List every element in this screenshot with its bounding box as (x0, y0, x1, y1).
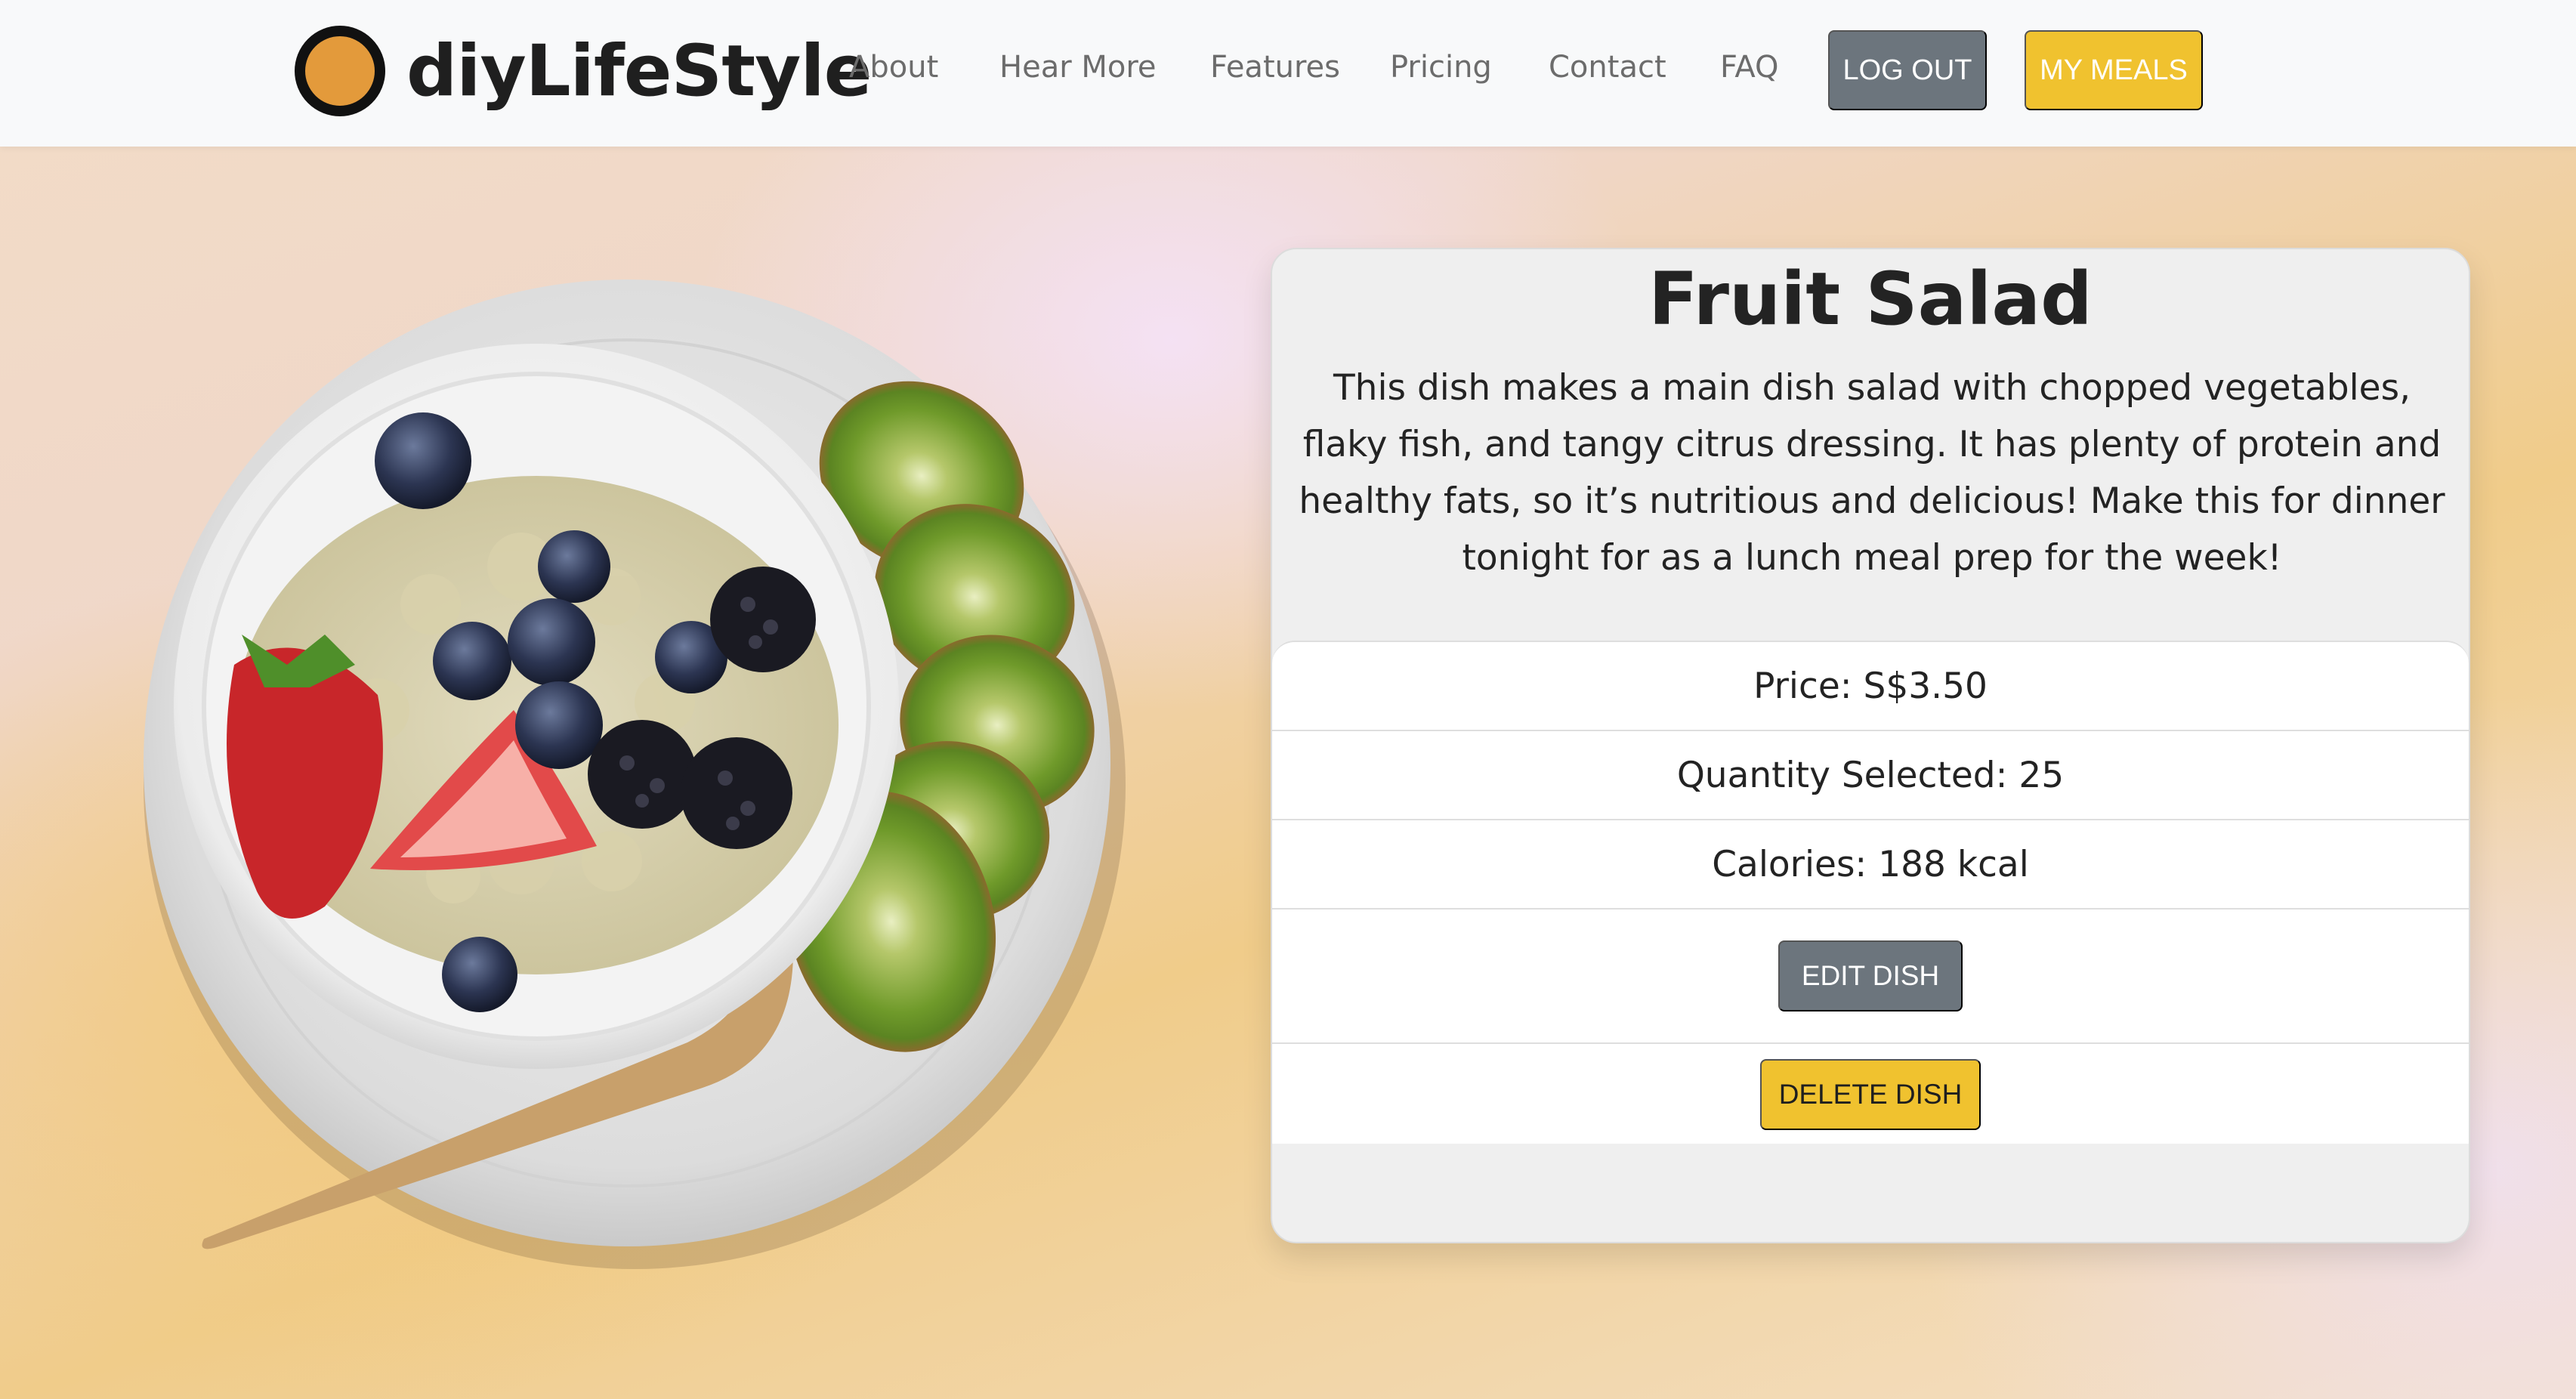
nav-link-hear-more[interactable]: Hear More (999, 50, 1157, 85)
list-item-price: Price: S$3.50 (1272, 642, 2469, 731)
brand-logo-icon (295, 26, 385, 116)
dish-description: This dish makes a main dish salad with c… (1299, 367, 2445, 579)
list-item-quantity: Quantity Selected: 25 (1272, 731, 2469, 820)
nav-link-about[interactable]: About (849, 50, 938, 85)
edit-dish-button[interactable]: EDIT DISH (1778, 940, 1963, 1011)
quantity-text: Quantity Selected: 25 (1676, 754, 2065, 796)
delete-dish-button[interactable]: DELETE DISH (1760, 1059, 1981, 1130)
dish-details-list: Price: S$3.50 Quantity Selected: 25 Calo… (1272, 641, 2469, 1144)
dish-image (128, 242, 1141, 1269)
fruit-bowl-illustration (144, 279, 1126, 1269)
brand[interactable]: diyLifeStyle (295, 26, 872, 116)
nav-link-features[interactable]: Features (1210, 50, 1340, 85)
navbar: diyLifeStyle About Hear More Features Pr… (0, 0, 2576, 147)
nav-link-pricing[interactable]: Pricing (1390, 50, 1492, 85)
my-meals-button[interactable]: MY MEALS (2025, 30, 2203, 110)
logout-button[interactable]: LOG OUT (1828, 30, 1987, 110)
list-item-delete: DELETE DISH (1272, 1044, 2469, 1145)
nav-link-faq[interactable]: FAQ (1720, 50, 1778, 85)
nav-link-contact[interactable]: Contact (1549, 50, 1666, 85)
list-item-edit: EDIT DISH (1272, 910, 2469, 1044)
brand-name: diyLifeStyle (406, 29, 872, 113)
dish-card: Fruit Salad This dish makes a main dish … (1271, 248, 2470, 1243)
dish-title: Fruit Salad (1648, 257, 2093, 341)
price-text: Price: S$3.50 (1753, 665, 1988, 707)
calories-text: Calories: 188 kcal (1712, 843, 2029, 885)
list-item-calories: Calories: 188 kcal (1272, 820, 2469, 910)
